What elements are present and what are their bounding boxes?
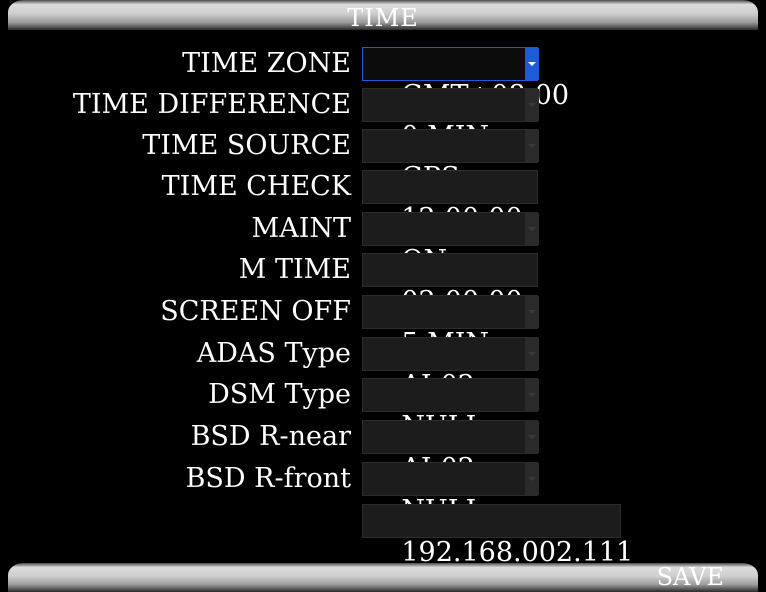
page-title: TIME [347,4,419,32]
bsd-r-front-label: BSD R-front [185,463,351,494]
maint-label: MAINT [251,213,351,244]
chevron-down-icon[interactable] [525,463,539,495]
bsd-r-near-label: BSD R-near [190,421,351,452]
time-source-select[interactable]: GPS [362,129,539,193]
maint-select[interactable]: ON [362,212,539,276]
bsd-r-near-select[interactable]: AI-02 [362,420,539,484]
chevron-down-icon[interactable] [525,338,539,370]
time-zone-select[interactable]: GMT+08:00 [362,47,569,111]
ip-address-input[interactable]: 192.168.002.111 [362,504,633,568]
time-zone-label: TIME ZONE [182,48,351,79]
time-source-label: TIME SOURCE [142,130,351,161]
footer-bar [8,563,758,592]
dsm-type-select[interactable]: NULL [362,378,539,442]
bsd-r-front-select[interactable]: NULL [362,462,539,526]
save-button[interactable]: SAVE [657,563,724,591]
time-difference-label: TIME DIFFERENCE [72,89,351,120]
time-check-input[interactable]: 12:00:00 [362,170,538,234]
m-time-input[interactable]: 02:00:00 [362,253,538,317]
screen-off-select[interactable]: 5 MIN [362,295,539,359]
m-time-label: M TIME [238,254,351,285]
time-settings-screen: TIME TIME ZONE GMT+08:00 TIME DIFFERENCE… [0,0,766,592]
chevron-down-icon[interactable] [525,213,539,245]
chevron-down-icon[interactable] [525,89,539,121]
chevron-down-icon[interactable] [525,379,539,411]
adas-type-select[interactable]: AI-02 [362,337,539,401]
time-check-label: TIME CHECK [161,171,351,202]
dsm-type-label: DSM Type [208,379,351,410]
chevron-down-icon[interactable] [525,296,539,328]
chevron-down-icon[interactable] [525,421,539,453]
chevron-down-icon[interactable] [525,48,539,80]
adas-type-label: ADAS Type [196,338,351,369]
chevron-down-icon[interactable] [525,130,539,162]
time-difference-select[interactable]: 0 MIN [362,88,539,152]
screen-off-label: SCREEN OFF [160,296,351,327]
